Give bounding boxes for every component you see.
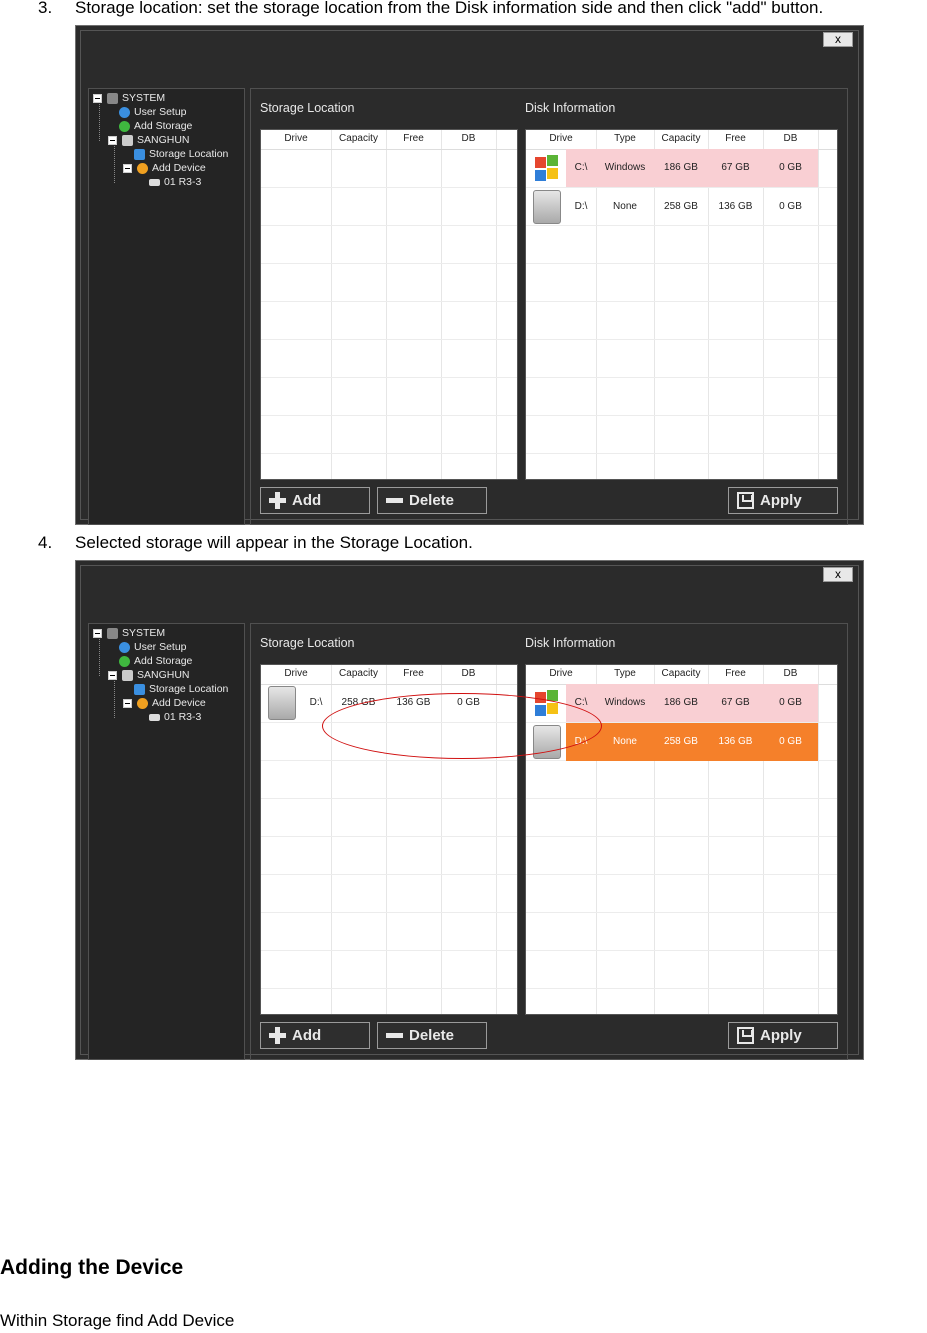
tree-item-sanghun[interactable]: SANGHUN <box>108 669 190 681</box>
storage-location-title: Storage Location <box>260 636 355 650</box>
tree-item-add-device[interactable]: Add Device <box>123 162 206 174</box>
gear-icon <box>137 697 148 709</box>
collapse-icon[interactable] <box>123 163 132 173</box>
step-text: Selected storage will appear in the Stor… <box>75 533 473 552</box>
computer-icon <box>122 134 133 146</box>
camera-icon <box>149 713 160 721</box>
disk-information-table[interactable]: Drive Type Capacity Free DB C:\ Windows … <box>525 129 838 480</box>
apply-button[interactable]: Apply <box>728 487 838 514</box>
storage-location-title: Storage Location <box>260 101 355 115</box>
system-icon <box>107 627 118 639</box>
save-icon <box>737 1027 754 1044</box>
step-4: 4. Selected storage will appear in the St… <box>38 533 473 553</box>
disk-row-c[interactable]: C:\ Windows 186 GB 67 GB 0 GB <box>526 149 837 187</box>
step-number: 4. <box>38 533 53 552</box>
column-header[interactable]: Drive <box>526 133 596 144</box>
add-button[interactable]: Add <box>260 1022 370 1049</box>
section-heading: Adding the Device <box>0 1256 184 1279</box>
system-tree: SYSTEM User Setup Add Storage SANGHUN St… <box>88 623 245 1060</box>
minus-icon <box>386 492 403 509</box>
delete-button[interactable]: Delete <box>377 487 487 514</box>
delete-button[interactable]: Delete <box>377 1022 487 1049</box>
disk-row-d[interactable]: D:\ None 258 GB 136 GB 0 GB <box>526 188 837 226</box>
plus-icon <box>269 1027 286 1044</box>
plus-icon <box>269 492 286 509</box>
column-header[interactable]: Drive <box>261 133 331 144</box>
collapse-icon[interactable] <box>93 628 102 638</box>
storage-window-step4: x SYSTEM User Setup Add Storage SANGHUN … <box>75 560 864 1060</box>
column-header[interactable]: Capacity <box>331 668 386 679</box>
tree-item-storage-location[interactable]: Storage Location <box>134 148 228 160</box>
tree-item-sanghun[interactable]: SANGHUN <box>108 134 190 146</box>
column-header[interactable]: DB <box>441 668 496 679</box>
tree-item-storage-location[interactable]: Storage Location <box>134 683 228 695</box>
step-3: 3. Storage location: set the storage loca… <box>38 0 823 18</box>
column-header[interactable]: Free <box>708 668 763 679</box>
tree-item-user-setup[interactable]: User Setup <box>119 106 187 118</box>
column-header[interactable]: DB <box>441 133 496 144</box>
column-header[interactable]: DB <box>763 133 818 144</box>
tree-item-add-device[interactable]: Add Device <box>123 697 206 709</box>
computer-icon <box>122 669 133 681</box>
storage-location-table[interactable]: Drive Capacity Free DB <box>260 129 518 480</box>
column-header[interactable]: Capacity <box>654 133 708 144</box>
storage-icon <box>134 683 145 695</box>
column-header[interactable]: Drive <box>261 668 331 679</box>
column-header[interactable]: Free <box>708 133 763 144</box>
tree-item-add-storage[interactable]: Add Storage <box>119 120 192 132</box>
step-text: Storage location: set the storage locati… <box>75 0 824 17</box>
column-header[interactable]: Capacity <box>654 668 708 679</box>
column-header[interactable]: Capacity <box>331 133 386 144</box>
collapse-icon[interactable] <box>108 670 117 680</box>
close-button[interactable]: x <box>823 567 853 582</box>
tree-item-user-setup[interactable]: User Setup <box>119 641 187 653</box>
hard-disk-icon <box>533 190 561 224</box>
annotation-ellipse <box>322 693 602 759</box>
close-button[interactable]: x <box>823 32 853 47</box>
add-circle-icon <box>119 120 130 132</box>
hard-disk-icon <box>268 686 296 720</box>
tree-item-add-storage[interactable]: Add Storage <box>119 655 192 667</box>
minus-icon <box>386 1027 403 1044</box>
storage-window-step3: x SYSTEM User Setup Add Storage SANGHUN … <box>75 25 864 525</box>
collapse-icon[interactable] <box>93 93 102 103</box>
tree-item-camera[interactable]: 01 R3-3 <box>149 176 201 188</box>
disk-information-title: Disk Information <box>525 101 616 115</box>
system-icon <box>107 92 118 104</box>
collapse-icon[interactable] <box>108 135 117 145</box>
column-header[interactable]: Drive <box>526 668 596 679</box>
main-panel: Storage Location Disk Information Drive … <box>250 88 848 525</box>
windows-logo-icon <box>533 151 561 185</box>
user-icon <box>119 641 130 653</box>
user-icon <box>119 106 130 118</box>
tree-item-camera[interactable]: 01 R3-3 <box>149 711 201 723</box>
disk-information-title: Disk Information <box>525 636 616 650</box>
step-number: 3. <box>38 0 53 17</box>
column-header[interactable]: Type <box>596 668 654 679</box>
storage-icon <box>134 148 145 160</box>
add-circle-icon <box>119 655 130 667</box>
tree-item-system[interactable]: SYSTEM <box>93 92 165 104</box>
collapse-icon[interactable] <box>123 698 132 708</box>
add-button[interactable]: Add <box>260 487 370 514</box>
instruction-text: Within Storage find Add Device <box>0 1311 235 1330</box>
column-header[interactable]: Free <box>386 133 441 144</box>
system-tree: SYSTEM User Setup Add Storage SANGHUN St… <box>88 88 245 525</box>
gear-icon <box>137 162 148 174</box>
tree-item-system[interactable]: SYSTEM <box>93 627 165 639</box>
save-icon <box>737 492 754 509</box>
column-header[interactable]: Free <box>386 668 441 679</box>
column-header[interactable]: Type <box>596 133 654 144</box>
apply-button[interactable]: Apply <box>728 1022 838 1049</box>
main-panel: Storage Location Disk Information Drive … <box>250 623 848 1060</box>
camera-icon <box>149 178 160 186</box>
column-header[interactable]: DB <box>763 668 818 679</box>
